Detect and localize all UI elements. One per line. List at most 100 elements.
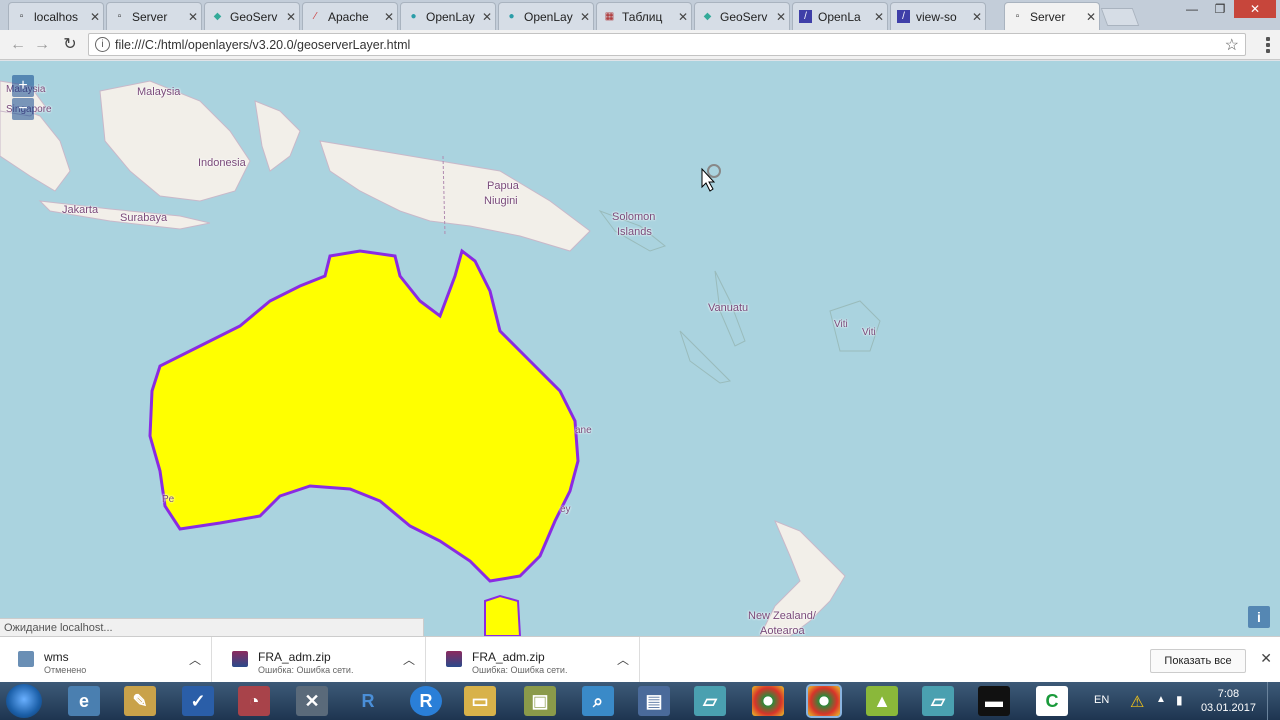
download-item[interactable]: FRA_adm.zip Ошибка: Ошибка сети. ︿ xyxy=(428,637,640,683)
tab-apache[interactable]: ⁄ Apache ✕ xyxy=(302,2,398,30)
notepad-icon[interactable]: ▱ xyxy=(694,686,726,716)
browser-toolbar: ← → ↻ i file:///C:/html/openlayers/v3.20… xyxy=(0,30,1280,60)
tab-geoserver[interactable]: ◆ GeoServ ✕ xyxy=(204,2,300,30)
explorer-icon[interactable]: ▭ xyxy=(464,686,496,716)
tab-label: Server xyxy=(1030,9,1066,24)
close-icon[interactable]: ✕ xyxy=(381,10,397,24)
back-button[interactable]: ← xyxy=(8,35,28,55)
chevron-up-icon[interactable]: ︿ xyxy=(403,651,415,668)
cmd-icon[interactable]: ▬ xyxy=(978,686,1010,716)
map-label: Papua xyxy=(487,180,519,192)
paint-icon[interactable]: ✎ xyxy=(124,686,156,716)
close-window-icon[interactable]: ✕ xyxy=(1234,0,1276,18)
basemap xyxy=(0,80,881,636)
maximize-icon[interactable]: ❐ xyxy=(1206,0,1234,18)
chart-icon[interactable]: ▲ xyxy=(866,686,898,716)
download-status: Отменено xyxy=(44,665,87,675)
close-icon[interactable]: ✕ xyxy=(479,10,495,24)
tab-label: OpenLa xyxy=(818,9,861,24)
c-icon[interactable]: C xyxy=(1036,686,1068,716)
close-icon[interactable]: ✕ xyxy=(283,10,299,24)
clock[interactable]: 7:08 03.01.2017 xyxy=(1201,687,1256,715)
reload-button[interactable]: ↻ xyxy=(60,35,80,55)
tab-openlayers-phpstorm[interactable]: / OpenLa ✕ xyxy=(792,2,888,30)
openlayers-icon: ● xyxy=(508,11,515,22)
tab-view-source[interactable]: / view-so ✕ xyxy=(890,2,986,30)
download-status: Ошибка: Ошибка сети. xyxy=(472,665,568,675)
r-icon[interactable]: R xyxy=(352,686,384,716)
tab-label: GeoServ xyxy=(230,9,278,24)
close-icon[interactable]: ✕ xyxy=(185,10,201,24)
map-label: Aotearoa xyxy=(760,625,805,636)
tab-table[interactable]: ▦ Таблиц ✕ xyxy=(596,2,692,30)
phpstorm-icon: / xyxy=(897,10,910,23)
wms-file-icon xyxy=(18,651,34,667)
new-caledonia-land xyxy=(679,330,732,384)
close-icon[interactable]: ✕ xyxy=(1083,10,1099,24)
notepad2-icon[interactable]: ▱ xyxy=(922,686,954,716)
tab-localhost[interactable]: ▫ localhos ✕ xyxy=(8,2,104,30)
tools-icon[interactable]: ✕ xyxy=(296,686,328,716)
close-icon[interactable]: ✕ xyxy=(577,10,593,24)
search-icon[interactable]: ⌕ xyxy=(582,686,614,716)
chevron-up-icon[interactable]: ︿ xyxy=(617,651,629,668)
map-label: ey xyxy=(560,504,571,515)
ie-icon[interactable]: e xyxy=(68,686,100,716)
close-icon[interactable]: ✕ xyxy=(871,10,887,24)
tab-label: GeoServ xyxy=(720,9,768,24)
chrome-icon[interactable] xyxy=(752,686,784,716)
download-shelf: wms Отменено ︿ FRA_adm.zip Ошибка: Ошибк… xyxy=(0,636,1280,683)
tab-server[interactable]: ▫ Server ✕ xyxy=(106,2,202,30)
map-label: Viti xyxy=(862,327,876,338)
package-icon[interactable]: ▣ xyxy=(524,686,556,716)
map-label: Indonesia xyxy=(198,157,246,169)
zoom-out-button[interactable]: − xyxy=(12,98,34,120)
page-icon: ▫ xyxy=(117,11,122,22)
close-icon[interactable]: ✕ xyxy=(1260,650,1272,667)
map-label: Surabaya xyxy=(120,212,168,224)
table-icon: ▦ xyxy=(604,11,615,22)
info-icon[interactable]: i xyxy=(95,37,110,52)
show-all-button[interactable]: Показать все xyxy=(1150,649,1246,673)
chevron-up-icon[interactable]: ︿ xyxy=(189,651,201,668)
menu-icon[interactable] xyxy=(1266,37,1270,55)
python-file-icon[interactable]: ▤ xyxy=(638,686,670,716)
australia-shape xyxy=(148,248,580,583)
network-icon[interactable]: ▮ xyxy=(1176,693,1183,707)
map-label: Vanuatu xyxy=(708,302,749,314)
map-label: Viti xyxy=(834,319,848,330)
geoserver-icon: ◆ xyxy=(213,11,222,22)
bookmark-star-icon[interactable]: ☆ xyxy=(1225,35,1239,55)
download-name: FRA_adm.zip xyxy=(258,650,331,664)
attribution-button[interactable]: i xyxy=(1248,606,1270,628)
download-item[interactable]: FRA_adm.zip Ошибка: Ошибка сети. ︿ xyxy=(214,637,426,683)
chrome-active-icon[interactable] xyxy=(808,686,840,716)
warning-icon[interactable]: ⚠ xyxy=(1130,692,1144,712)
close-icon[interactable]: ✕ xyxy=(675,10,691,24)
tab-openlayers[interactable]: ● OpenLay ✕ xyxy=(400,2,496,30)
page-icon: ▫ xyxy=(19,11,24,22)
close-icon[interactable]: ✕ xyxy=(969,10,985,24)
address-bar[interactable]: i file:///C:/html/openlayers/v3.20.0/geo… xyxy=(88,33,1246,56)
chevron-up-icon[interactable]: ▲ xyxy=(1156,694,1166,705)
forward-button[interactable]: → xyxy=(32,35,52,55)
todo-icon[interactable]: ✓ xyxy=(182,686,214,716)
show-desktop-button[interactable] xyxy=(1267,682,1280,720)
tab-openlayers[interactable]: ● OpenLay ✕ xyxy=(498,2,594,30)
new-tab-button[interactable] xyxy=(1100,8,1140,26)
map-viewport[interactable]: Malaysia Malaysia Singapore Indonesia Ja… xyxy=(0,61,1280,636)
download-item[interactable]: wms Отменено ︿ xyxy=(0,637,212,683)
speed-icon[interactable]: ◔ xyxy=(238,686,270,716)
winrar-icon xyxy=(232,651,248,667)
close-icon[interactable]: ✕ xyxy=(773,10,789,24)
close-icon[interactable]: ✕ xyxy=(87,10,103,24)
language-indicator[interactable]: EN xyxy=(1094,694,1109,706)
zoom-in-button[interactable]: + xyxy=(12,75,34,97)
new-guinea-land xyxy=(319,140,591,252)
r-blue-icon[interactable]: R xyxy=(410,686,442,716)
tab-geoserver[interactable]: ◆ GeoServ ✕ xyxy=(694,2,790,30)
tab-server-active[interactable]: ▫ Server ✕ xyxy=(1004,2,1100,30)
start-button[interactable] xyxy=(6,684,42,718)
minimize-icon[interactable]: — xyxy=(1178,0,1206,18)
phpstorm-icon: / xyxy=(799,10,812,23)
